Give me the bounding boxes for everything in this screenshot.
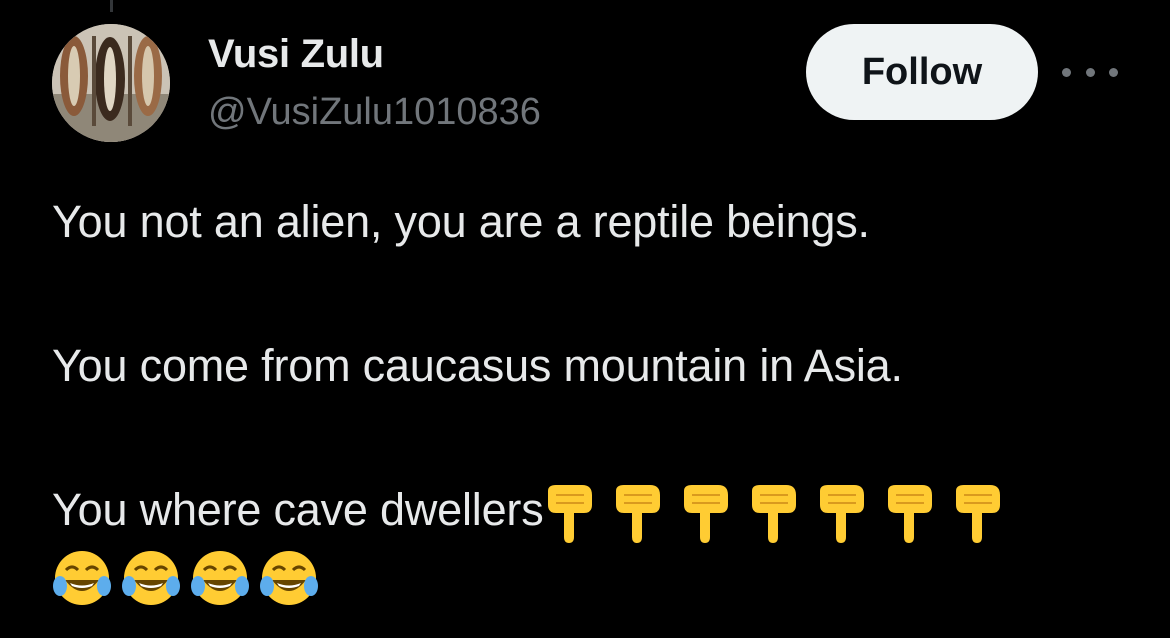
laughing-tears-emoji-icon <box>260 551 318 606</box>
avatar[interactable] <box>52 24 170 142</box>
more-options-icon[interactable] <box>1062 58 1118 86</box>
author-display-name[interactable]: Vusi Zulu <box>208 30 541 78</box>
more-dot-icon <box>1062 67 1071 77</box>
pointing-down-emoji-icon <box>683 485 728 544</box>
laughing-tears-emoji-icon <box>122 551 180 606</box>
more-dot-icon <box>1085 67 1095 77</box>
pointing-down-emoji-icon <box>955 485 1000 544</box>
laughing-emoji-row <box>52 548 328 608</box>
tweet-line-3-text: You where cave dwellers <box>52 484 544 535</box>
pointing-down-emoji-icon <box>547 485 592 544</box>
pointing-down-emoji-row <box>544 483 1020 544</box>
tweet-line-1: You not an alien, you are a reptile bein… <box>52 196 870 247</box>
thread-connector-line <box>110 0 113 12</box>
follow-button[interactable]: Follow <box>806 24 1038 120</box>
tweet-line-3: You where cave dwellers <box>52 478 1132 544</box>
tweet-text: You not an alien, you are a reptile bein… <box>52 190 1132 608</box>
author-identity: Vusi Zulu @VusiZulu1010836 <box>208 30 541 136</box>
more-dot-icon <box>1109 67 1118 77</box>
avatar-image <box>52 24 170 142</box>
tweet-header: Vusi Zulu @VusiZulu1010836 Follow <box>52 24 1132 144</box>
author-handle[interactable]: @VusiZulu1010836 <box>208 88 541 136</box>
pointing-down-emoji-icon <box>887 485 932 544</box>
tweet-line-4 <box>52 543 1132 608</box>
pointing-down-emoji-icon <box>615 485 660 544</box>
pointing-down-emoji-icon <box>819 485 864 544</box>
laughing-tears-emoji-icon <box>191 551 249 606</box>
tweet-line-2: You come from caucasus mountain in Asia. <box>52 340 903 391</box>
laughing-tears-emoji-icon <box>53 551 111 606</box>
pointing-down-emoji-icon <box>751 485 796 544</box>
